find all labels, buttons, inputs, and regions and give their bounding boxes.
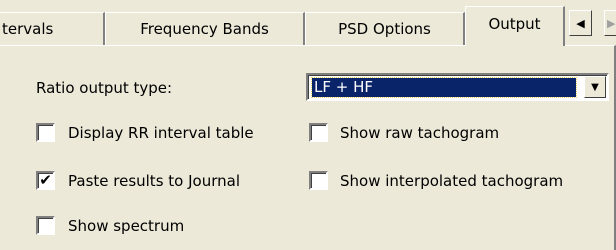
tab-output[interactable]: Output [465,6,565,46]
dropdown-button[interactable]: ▼ [584,76,606,98]
arrow-right-icon: ▶ [607,16,616,30]
arrow-left-icon: ◀ [576,16,585,30]
check-mark-icon: ✔ [39,171,52,189]
display-rr-interval-table-checkbox[interactable] [36,123,55,142]
ratio-output-type-value: LF + HF [311,77,577,98]
show-interpolated-tachogram-checkbox[interactable] [309,171,328,190]
show-spectrum-checkbox[interactable] [36,216,55,235]
tab-strip: tervals Frequency Bands PSD Options Outp… [0,0,616,46]
show-raw-tachogram-label: Show raw tachogram [340,124,500,142]
paste-results-to-journal-checkbox[interactable]: ✔ [36,171,55,190]
display-rr-interval-table-label: Display RR interval table [68,124,254,142]
tab-label: Frequency Bands [140,20,269,38]
tab-frequency-bands[interactable]: Frequency Bands [105,12,305,45]
show-spectrum-label: Show spectrum [68,217,185,235]
tab-scroll-right-button[interactable]: ▶ [604,10,616,36]
show-raw-tachogram-checkbox[interactable] [309,123,328,142]
tab-scroll-left-button[interactable]: ◀ [569,10,592,36]
show-interpolated-tachogram-label: Show interpolated tachogram [340,172,564,190]
tab-label: Output [488,14,541,33]
tab-intervals[interactable]: tervals [0,12,105,45]
ratio-output-type-select[interactable]: LF + HF ▼ [306,73,609,101]
paste-results-to-journal-label: Paste results to Journal [68,172,240,190]
chevron-down-icon: ▼ [591,81,599,93]
tab-label: tervals [2,20,54,38]
tab-label: PSD Options [338,20,431,38]
tab-psd-options[interactable]: PSD Options [305,12,465,45]
ratio-output-type-label: Ratio output type: [36,79,173,97]
